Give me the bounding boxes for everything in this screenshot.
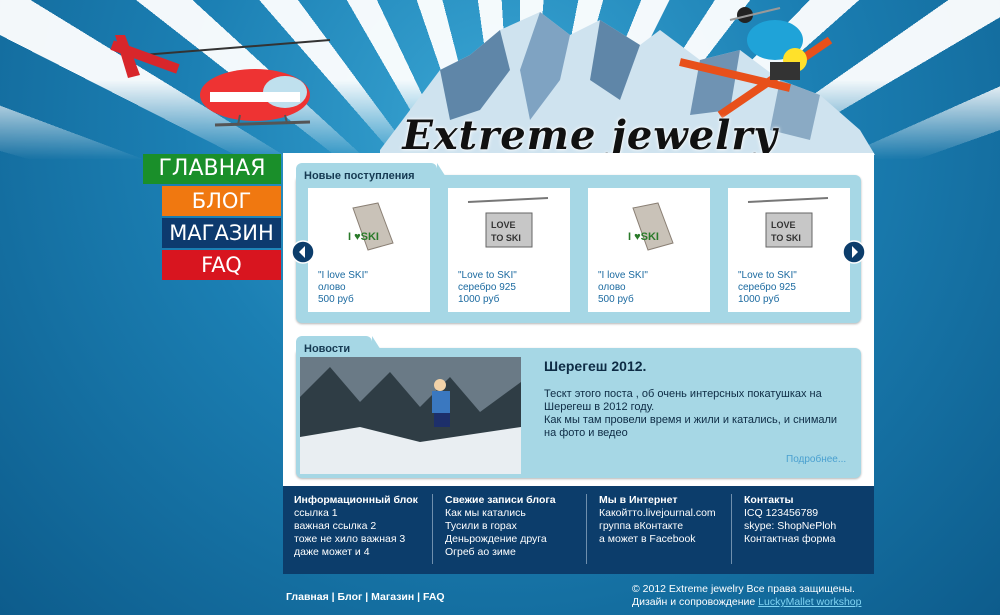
footer-contacts-title: Контакты bbox=[744, 494, 794, 506]
product-card[interactable]: I ♥SKI "I love SKI" олово 500 руб bbox=[588, 188, 710, 312]
news-post-paragraph-1: Тескт этого поста , об очень интерсных п… bbox=[544, 388, 822, 413]
product-card[interactable]: LOVE TO SKI "Love to SKI" серебро 925 10… bbox=[448, 188, 570, 312]
news-photo[interactable] bbox=[300, 357, 521, 474]
footer-web-column: Мы в Интернет Какойтто.livejournal.com г… bbox=[599, 494, 716, 546]
footer-icq: ICQ 123456789 bbox=[744, 507, 819, 519]
footer-link[interactable]: Какойтто.livejournal.com bbox=[599, 507, 716, 520]
footer-link[interactable]: важная ссылка 2 bbox=[294, 520, 418, 533]
product-price: 1000 руб bbox=[458, 294, 500, 305]
footer-link[interactable]: группа вКонтакте bbox=[599, 520, 716, 533]
product-material: олово bbox=[318, 282, 346, 293]
design-credit: Дизайн и сопровождение bbox=[632, 596, 759, 608]
bottom-nav-faq[interactable]: FAQ bbox=[423, 591, 445, 603]
ski-pendant-icon: I ♥SKI bbox=[628, 202, 674, 251]
news-post-paragraph-2: Как мы там провели время и жили и катали… bbox=[544, 414, 838, 439]
footer-blog-column: Свежие записи блога Как мы катались Туси… bbox=[445, 494, 556, 559]
footer-link[interactable]: тоже не хило важная 3 bbox=[294, 533, 418, 546]
bottom-nav: Главная | Блог | Магазин | FAQ bbox=[286, 591, 445, 603]
bottom-nav-separator: | bbox=[414, 591, 423, 603]
footer-divider bbox=[586, 494, 587, 564]
design-studio-link[interactable]: LuckyMallet workshop bbox=[758, 596, 861, 608]
ski-pendant-icon: I ♥SKI bbox=[348, 202, 394, 251]
product-material: олово bbox=[598, 282, 626, 293]
footer-link[interactable]: Тусили в горах bbox=[445, 520, 556, 533]
svg-text:TO SKI: TO SKI bbox=[771, 233, 801, 243]
product-price: 1000 руб bbox=[738, 294, 780, 305]
nav-blog[interactable]: БЛОГ bbox=[162, 186, 281, 216]
product-price: 500 руб bbox=[598, 294, 634, 305]
nav-faq[interactable]: FAQ bbox=[162, 250, 281, 280]
product-material: серебро 925 bbox=[738, 282, 796, 293]
product-title[interactable]: "Love to SKI" bbox=[738, 270, 797, 281]
news-post-title[interactable]: Шерегеш 2012. bbox=[544, 358, 646, 374]
product-card[interactable]: LOVE TO SKI "Love to SKI" серебро 925 10… bbox=[728, 188, 850, 312]
footer-skype: skype: ShopNePloh bbox=[744, 520, 837, 532]
news-post-text: Тескт этого поста , об очень интерсных п… bbox=[544, 388, 844, 440]
news-section-title: Новости bbox=[296, 336, 387, 358]
nav-shop[interactable]: МАГАЗИН bbox=[162, 218, 281, 248]
product-title[interactable]: "Love to SKI" bbox=[458, 270, 517, 281]
svg-text:LOVE: LOVE bbox=[491, 220, 516, 230]
footer-link[interactable]: Деньрождение друга bbox=[445, 533, 556, 546]
svg-text:I ♥SKI: I ♥SKI bbox=[348, 231, 379, 243]
product-price: 500 руб bbox=[318, 294, 354, 305]
product-title[interactable]: "I love SKI" bbox=[318, 270, 368, 281]
svg-text:I ♥SKI: I ♥SKI bbox=[628, 231, 659, 243]
svg-text:TO SKI: TO SKI bbox=[491, 233, 521, 243]
footer-web-title: Мы в Интернет bbox=[599, 494, 678, 506]
footer-contact-form-link[interactable]: Контактная форма bbox=[744, 533, 836, 546]
pendant-icon: LOVE TO SKI bbox=[467, 197, 549, 248]
product-card[interactable]: I ♥SKI "I love SKI" олово 500 руб bbox=[308, 188, 430, 312]
site-logo[interactable]: Extreme jewelry bbox=[310, 112, 870, 159]
bottom-nav-separator: | bbox=[362, 591, 372, 603]
footer-divider bbox=[432, 494, 433, 564]
footer-link[interactable]: даже может и 4 bbox=[294, 546, 418, 559]
new-arrivals-title: Новые поступления bbox=[296, 163, 451, 185]
footer-blog-title: Свежие записи блога bbox=[445, 494, 556, 506]
footer-info-column: Информационный блок ссылка 1 важная ссыл… bbox=[294, 494, 418, 559]
nav-home[interactable]: ГЛАВНАЯ bbox=[143, 154, 281, 184]
snow-skier-image bbox=[300, 357, 521, 474]
helicopter-icon bbox=[110, 35, 331, 127]
product-material: серебро 925 bbox=[458, 282, 516, 293]
footer-link[interactable]: ссылка 1 bbox=[294, 507, 418, 520]
footer-info-title: Информационный блок bbox=[294, 494, 418, 506]
copyright-text: © 2012 Extreme jewelry Все права защищен… bbox=[632, 583, 855, 595]
svg-text:LOVE: LOVE bbox=[771, 220, 796, 230]
pendant-icon: LOVE TO SKI bbox=[747, 197, 829, 248]
read-more-link[interactable]: Подробнее... bbox=[786, 454, 846, 465]
bottom-nav-shop[interactable]: Магазин bbox=[371, 591, 414, 603]
arrow-right-icon[interactable] bbox=[842, 240, 866, 264]
copyright: © 2012 Extreme jewelry Все права защищен… bbox=[632, 583, 861, 609]
footer-link[interactable]: Как мы катались bbox=[445, 507, 556, 520]
footer-contacts-column: Контакты ICQ 123456789 skype: ShopNePloh… bbox=[744, 494, 836, 546]
product-title[interactable]: "I love SKI" bbox=[598, 270, 648, 281]
footer-link[interactable]: а может в Facebook bbox=[599, 533, 716, 546]
footer-link[interactable]: Огреб ао зиме bbox=[445, 546, 556, 559]
arrow-left-icon[interactable] bbox=[291, 240, 315, 264]
bottom-nav-blog[interactable]: Блог bbox=[337, 591, 362, 603]
bottom-nav-home[interactable]: Главная bbox=[286, 591, 329, 603]
footer-divider bbox=[731, 494, 732, 564]
